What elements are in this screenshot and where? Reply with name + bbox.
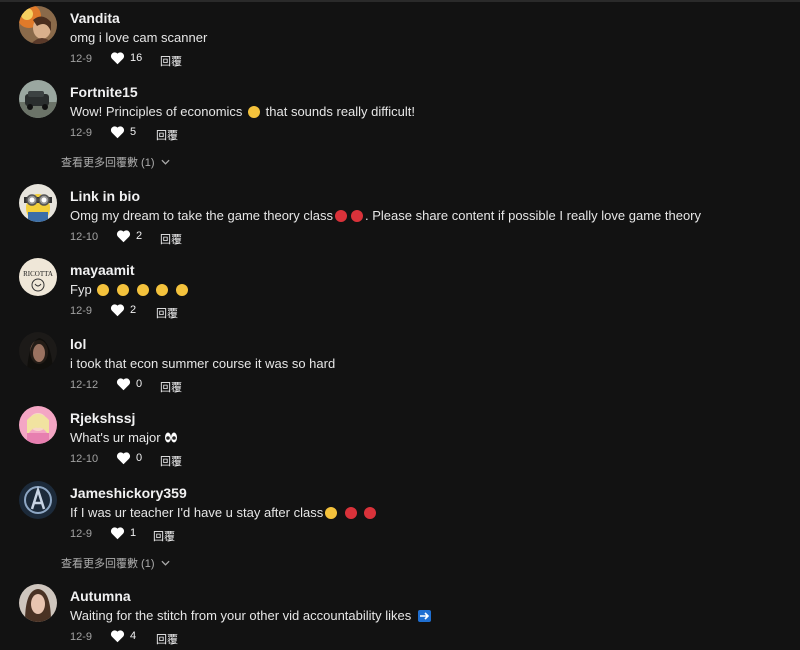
like-count: 2 [136, 230, 143, 242]
comment-date: 12-9 [70, 528, 93, 540]
username[interactable]: Link in bio [70, 188, 140, 204]
like-button[interactable]: 16 [110, 51, 142, 65]
comment-text-part: Fyp [70, 282, 96, 297]
like-count: 2 [130, 304, 137, 316]
comment-date: 12-9 [70, 305, 93, 317]
avatar[interactable] [19, 6, 57, 44]
like-button[interactable]: 0 [116, 377, 142, 391]
eyes-emoji-icon [165, 432, 178, 443]
view-more-replies[interactable]: 查看更多回覆數 (1) [61, 555, 170, 571]
comment-list: Vandita omg i love cam scanner 12-9 16 回… [0, 0, 800, 650]
comment-text: Fyp [70, 282, 190, 297]
reply-button[interactable]: 回覆 [160, 53, 182, 69]
sunglasses-emoji-icon [156, 284, 169, 296]
reply-button[interactable]: 回覆 [160, 231, 182, 247]
comment-text-part: Wow! Principles of economics [70, 104, 247, 119]
like-count: 0 [136, 452, 143, 464]
username[interactable]: Autumna [70, 588, 131, 604]
comment-date: 12-9 [70, 127, 93, 139]
username[interactable]: Fortnite15 [70, 84, 138, 100]
username[interactable]: Rjekshssj [70, 410, 135, 426]
heart-icon [110, 304, 125, 317]
comment-date: 12-10 [70, 231, 99, 243]
heart-icon [110, 52, 125, 65]
chevron-down-icon [160, 560, 170, 566]
comment-date: 12-9 [70, 53, 93, 65]
like-count: 1 [130, 527, 137, 539]
avatar[interactable] [19, 80, 57, 118]
like-count: 0 [136, 378, 143, 390]
comment-text: omg i love cam scanner [70, 30, 208, 45]
comment-text-part: . Please share content if possible I rea… [365, 208, 702, 223]
reply-button[interactable]: 回覆 [160, 453, 182, 469]
view-more-label: 查看更多回覆數 (1) [61, 157, 155, 169]
comment-text-part: Waiting for the stitch from your other v… [70, 608, 415, 623]
comment-date: 12-9 [70, 631, 93, 643]
avatar[interactable] [19, 481, 57, 519]
grimace-emoji-icon [248, 106, 261, 118]
view-more-replies[interactable]: 查看更多回覆數 (1) [61, 154, 170, 170]
comment-text: Omg my dream to take the game theory cla… [70, 208, 701, 223]
comment-text-part: that sounds really difficult! [262, 104, 415, 119]
like-button[interactable]: 4 [110, 629, 136, 643]
heart-icon [116, 452, 131, 465]
comment-date: 12-12 [70, 379, 99, 391]
sunglasses-emoji-icon [175, 284, 188, 296]
avatar[interactable]: RICOTTA [19, 258, 57, 296]
star-struck-emoji-icon [351, 210, 363, 222]
avatar-text: RICOTTA [23, 270, 53, 278]
avatar[interactable] [19, 184, 57, 222]
like-button[interactable]: 5 [110, 125, 136, 139]
pensive-emoji-icon [97, 284, 110, 296]
comment-text-part: Omg my dream to take the game theory cla… [70, 208, 333, 223]
comment-text-part: If I was ur teacher I'd have u stay afte… [70, 505, 324, 520]
avatar[interactable] [19, 332, 57, 370]
like-count: 4 [130, 630, 137, 642]
angry-devil-emoji-icon [344, 507, 357, 519]
reply-button[interactable]: 回覆 [156, 127, 178, 143]
heart-icon [110, 126, 125, 139]
like-button[interactable]: 0 [116, 451, 142, 465]
username[interactable]: Jameshickory359 [70, 485, 187, 501]
username[interactable]: Vandita [70, 10, 120, 26]
reply-button[interactable]: 回覆 [156, 631, 178, 647]
comment-text-part: What's ur major [70, 430, 165, 445]
comment-text: i took that econ summer course it was so… [70, 356, 336, 371]
avatar[interactable] [19, 406, 57, 444]
sunglasses-emoji-icon [136, 284, 149, 296]
like-count: 5 [130, 126, 137, 138]
heart-icon [110, 630, 125, 643]
reply-button[interactable]: 回覆 [153, 528, 175, 544]
comment-date: 12-10 [70, 453, 99, 465]
angry-devil-emoji-icon [364, 507, 377, 519]
view-more-label: 查看更多回覆數 (1) [61, 558, 155, 570]
heart-icon [116, 378, 131, 391]
chevron-down-icon [160, 159, 170, 165]
comment-text: If I was ur teacher I'd have u stay afte… [70, 505, 378, 520]
avatar[interactable] [19, 584, 57, 622]
comment-text: Waiting for the stitch from your other v… [70, 608, 431, 623]
star-struck-emoji-icon [335, 210, 347, 222]
heart-icon [110, 527, 125, 540]
like-button[interactable]: 2 [116, 229, 142, 243]
sunglasses-emoji-icon [116, 284, 129, 296]
comment-text: What's ur major [70, 430, 178, 445]
like-count: 16 [130, 52, 143, 64]
like-button[interactable]: 1 [110, 526, 136, 540]
like-button[interactable]: 2 [110, 303, 136, 317]
heart-icon [116, 230, 131, 243]
reply-button[interactable]: 回覆 [156, 305, 178, 321]
reply-button[interactable]: 回覆 [160, 379, 182, 395]
comment-text: Wow! Principles of economics that sounds… [70, 104, 415, 119]
username[interactable]: lol [70, 336, 86, 352]
username[interactable]: mayaamit [70, 262, 135, 278]
smirk-emoji-icon [325, 507, 338, 519]
right-arrow-emoji-icon [417, 610, 431, 622]
